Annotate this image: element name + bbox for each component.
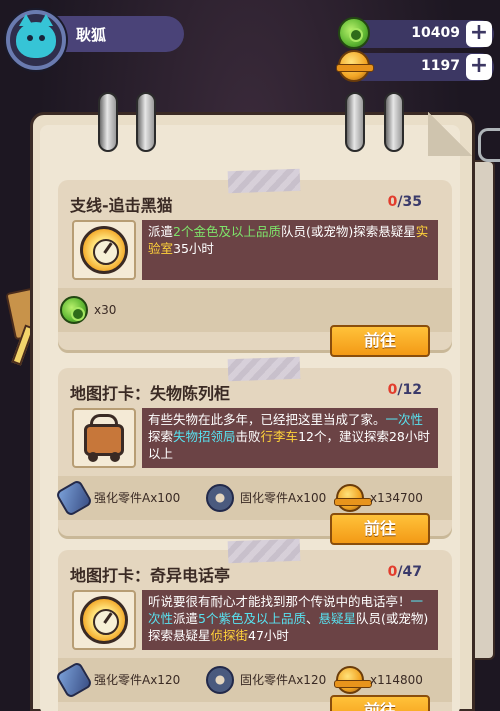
task-card: 支线-追击黑猫 0/35 派遣2个金色及以上品质队员(或宠物)探索悬疑星实验室35小… [58, 168, 452, 357]
task-icon-frame [72, 408, 136, 468]
task-icon-frame [72, 590, 136, 650]
reward-label: x30 [94, 303, 117, 317]
ring-icon [98, 92, 118, 152]
clock-icon [80, 226, 128, 274]
description-segment: 悬疑星 [318, 611, 357, 626]
progress-total: /12 [397, 382, 422, 398]
go-button[interactable]: 前往 [330, 325, 430, 357]
currency-value: 1197 [421, 58, 460, 74]
player-name: 耿狐 [76, 26, 107, 44]
task-card: 地图打卡：奇异电话亭 0/47 听说要很有耐心才能找到那个传说中的电话亭！一次性派遣… [54, 538, 452, 711]
ring-icon [384, 92, 404, 152]
task-description: 有些失物在此多年，已经把这里当成了家。一次性探索失物招领局击败行李车12个，建议… [142, 408, 438, 468]
task-progress: 0/12 [388, 382, 422, 398]
description-segment: 侦探街 [210, 628, 249, 643]
tape-decoration [227, 356, 301, 382]
green-coin-icon [338, 17, 370, 49]
bolt-icon [54, 478, 94, 518]
reward-label: x134700 [370, 491, 423, 505]
progress-current: 0 [387, 194, 398, 210]
reward-label: 强化零件Ax120 [94, 673, 181, 687]
task-title: 支线-追击黑猫 [70, 196, 173, 215]
green-coin-icon [60, 296, 88, 324]
reward-label: 固化零件Ax100 [240, 491, 327, 505]
currency-value: 10409 [411, 25, 460, 41]
task-icon-frame [72, 220, 136, 280]
nut-icon [206, 484, 234, 512]
description-segment: 探索 [148, 429, 174, 444]
ring-icon [345, 92, 365, 152]
gold-coin-icon [334, 484, 372, 512]
description-segment: 47小时 [248, 628, 289, 643]
description-segment: 派遣 [173, 611, 199, 626]
currency-gold: 1197 + [336, 50, 494, 82]
description-segment: 2个金色及以上品质 [173, 224, 281, 239]
description-segment: 行李车 [260, 429, 299, 444]
progress-total: /47 [397, 564, 422, 580]
description-segment: 5个紫色及以上品质 [198, 611, 306, 626]
task-description: 派遣2个金色及以上品质队员(或宠物)探索悬疑星实验室35小时 [142, 220, 438, 280]
currency-green: 10409 + [338, 17, 494, 49]
description-segment: 失物招领局 [173, 429, 236, 444]
add-gold-currency-button[interactable]: + [466, 54, 492, 80]
task-description: 听说要很有耐心才能找到那个传说中的电话亭！一次性派遣5个紫色及以上品质、悬疑星队… [142, 590, 438, 650]
description-segment: 派遣 [148, 224, 174, 239]
gold-coin-icon [334, 666, 372, 694]
tape-decoration [227, 168, 301, 194]
description-segment: 队员(或宠物)探索悬疑星 [280, 224, 416, 239]
task-progress: 0/47 [388, 564, 422, 580]
go-button[interactable]: 前往 [330, 513, 430, 545]
gold-coin-icon [336, 50, 374, 82]
cart-icon [82, 414, 126, 462]
progress-total: /35 [397, 194, 422, 210]
description-segment: 击败 [235, 429, 261, 444]
description-segment: 有些失物在此多年，已经把这里当成了家。 [148, 412, 386, 427]
progress-current: 0 [387, 564, 398, 580]
description-segment: 听说要很有耐心才能找到那个传说中的电话亭！ [148, 594, 411, 609]
paperclip-icon [478, 128, 500, 162]
player-profile[interactable]: 耿狐 [6, 10, 184, 72]
reward-label: 固化零件Ax120 [240, 673, 327, 687]
clock-icon [80, 596, 128, 644]
go-button[interactable]: 前往 [330, 695, 430, 711]
progress-current: 0 [387, 382, 398, 398]
page-fold [428, 112, 472, 156]
reward-label: x114800 [370, 673, 423, 687]
reward-label: 强化零件Ax100 [94, 491, 181, 505]
tape-decoration [227, 538, 301, 564]
bolt-icon [54, 660, 94, 700]
description-segment: 、 [306, 611, 319, 626]
task-card: 地图打卡：失物陈列柜 0/12 有些失物在此多年，已经把这里当成了家。一次性探索失物… [54, 356, 452, 545]
description-segment: 一次性 [385, 412, 424, 427]
nut-icon [206, 666, 234, 694]
add-green-currency-button[interactable]: + [466, 21, 492, 47]
task-title: 地图打卡：失物陈列柜 [70, 384, 231, 403]
ring-icon [136, 92, 156, 152]
task-title: 地图打卡：奇异电话亭 [70, 566, 231, 585]
cat-avatar-icon[interactable] [6, 10, 66, 70]
task-progress: 0/35 [388, 194, 422, 210]
description-segment: 35小时 [173, 241, 214, 256]
